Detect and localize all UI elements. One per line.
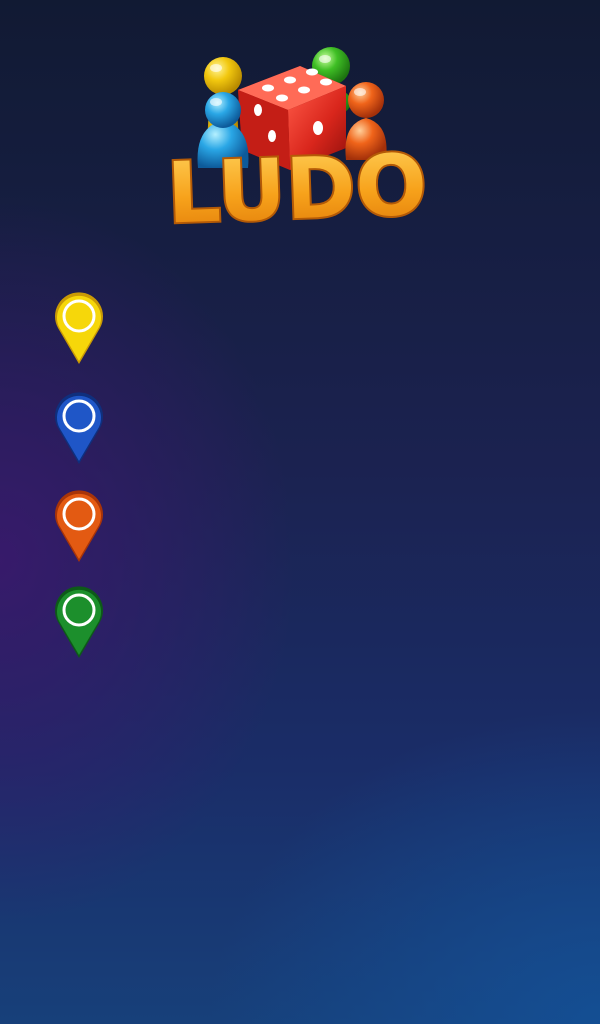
location-pin-icon (54, 586, 103, 658)
player-pin-orange[interactable] (52, 490, 106, 564)
location-pin-icon (54, 392, 103, 464)
player-pin-green[interactable] (52, 586, 106, 660)
location-pin-icon (54, 292, 103, 364)
player-pin-blue[interactable] (52, 392, 106, 466)
game-screen: LUDO (0, 0, 600, 1024)
player-pin-yellow[interactable] (52, 292, 106, 366)
logo-title: LUDO (165, 135, 428, 240)
ludo-logo: LUDO (150, 40, 450, 240)
ludo-logo-artwork: LUDO (163, 47, 431, 240)
location-pin-icon (54, 490, 103, 562)
